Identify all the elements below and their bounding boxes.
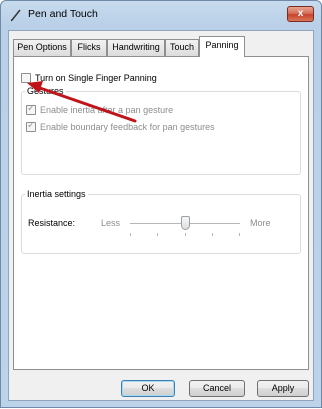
- tab-label: Panning: [205, 40, 239, 50]
- dialog-client-area: Pen Options Flicks Handwriting Touch Pan…: [8, 30, 314, 401]
- gestures-group-title: Gestures: [25, 86, 66, 96]
- slider-tick: [185, 233, 186, 236]
- window-title: Pen and Touch: [28, 8, 98, 20]
- tab-label: Touch: [169, 42, 195, 52]
- cancel-button[interactable]: Cancel: [189, 380, 245, 397]
- apply-button-label: Apply: [271, 383, 295, 393]
- boundary-feedback-checkbox[interactable]: [26, 120, 36, 132]
- apply-button[interactable]: Apply: [257, 380, 309, 397]
- resistance-slider[interactable]: [130, 213, 240, 243]
- tab-pen-options[interactable]: Pen Options: [13, 39, 71, 56]
- inertia-checkbox[interactable]: [26, 103, 36, 115]
- resistance-more-label: More: [250, 218, 271, 228]
- close-button[interactable]: x: [287, 6, 314, 22]
- boundary-feedback-label[interactable]: Enable boundary feedback for pan gesture…: [40, 122, 215, 132]
- title-bar[interactable]: Pen and Touch x: [1, 1, 321, 29]
- inertia-settings-title: Inertia settings: [25, 189, 88, 199]
- close-icon: x: [297, 8, 304, 19]
- slider-tick: [130, 233, 131, 236]
- pen-icon: [10, 9, 21, 22]
- inertia-label[interactable]: Enable inertia after a pan gesture: [40, 105, 173, 115]
- tab-handwriting[interactable]: Handwriting: [107, 39, 165, 56]
- resistance-less-label: Less: [101, 218, 121, 228]
- tab-label: Handwriting: [112, 42, 160, 52]
- single-finger-panning-label[interactable]: Turn on Single Finger Panning: [35, 73, 157, 83]
- slider-tick: [239, 233, 240, 236]
- slider-thumb[interactable]: [181, 216, 190, 230]
- pen-and-touch-window: Pen and Touch x Pen Options Flicks Handw…: [0, 0, 322, 408]
- tab-label: Pen Options: [17, 42, 67, 52]
- tab-label: Flicks: [77, 42, 101, 52]
- ok-button[interactable]: OK: [121, 380, 175, 397]
- resistance-label: Resistance:: [28, 218, 76, 228]
- tab-panning[interactable]: Panning: [199, 36, 245, 57]
- tab-flicks[interactable]: Flicks: [71, 39, 107, 56]
- panning-tab-panel: Turn on Single Finger Panning Gestures E…: [13, 56, 309, 370]
- gestures-group: [21, 91, 301, 175]
- single-finger-panning-checkbox[interactable]: [21, 73, 31, 83]
- cancel-button-label: Cancel: [202, 383, 231, 393]
- slider-tick: [212, 233, 213, 236]
- slider-tick: [157, 233, 158, 236]
- tab-touch[interactable]: Touch: [165, 39, 199, 56]
- ok-button-label: OK: [141, 383, 155, 393]
